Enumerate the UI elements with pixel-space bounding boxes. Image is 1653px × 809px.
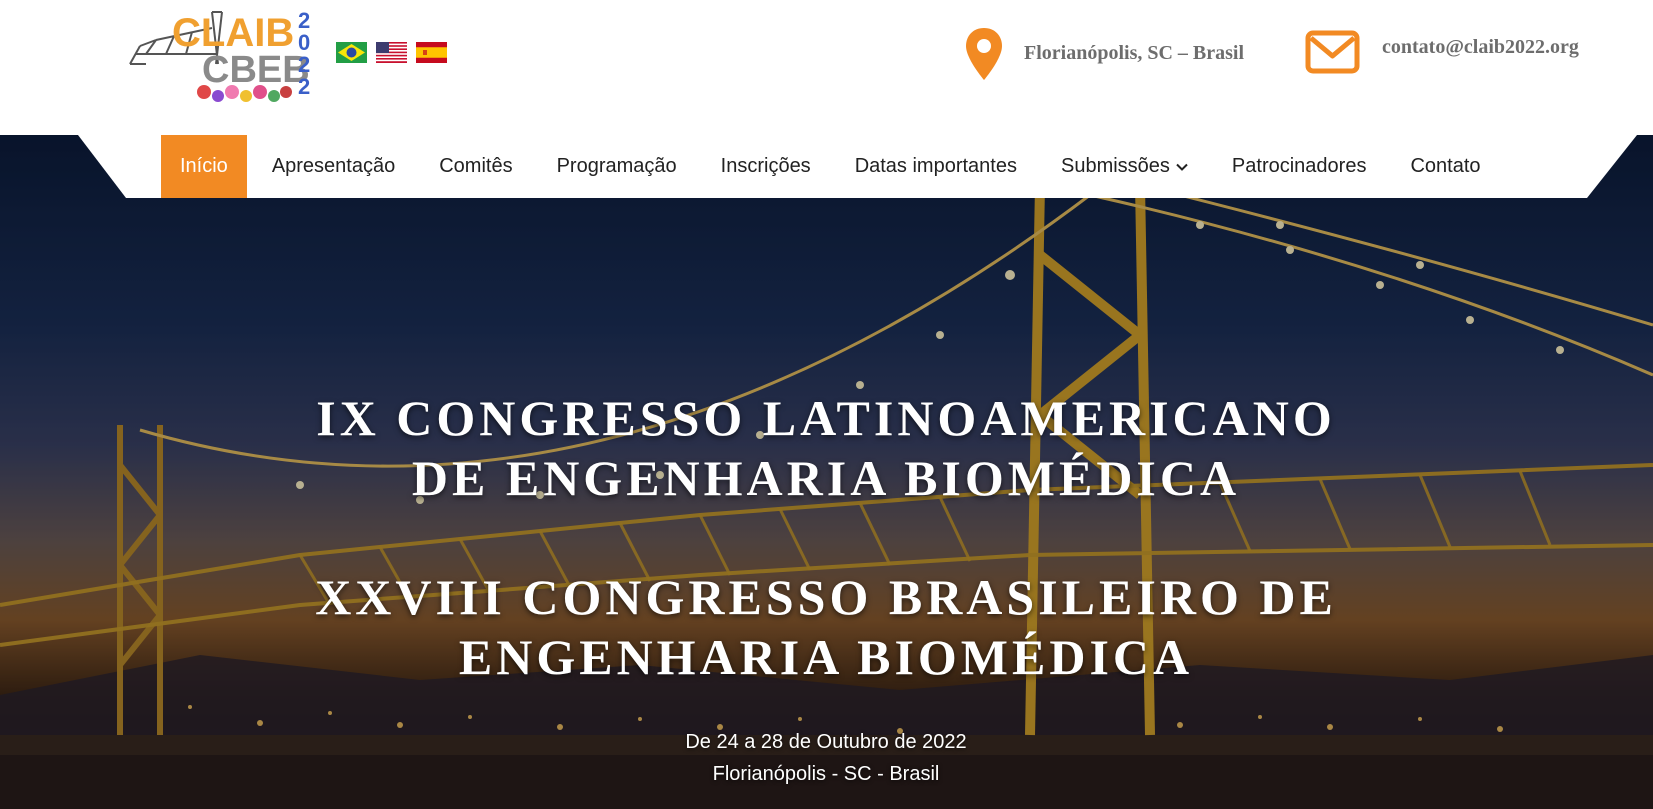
hero-banner: IX CONGRESSO LATINOAMERICANO DE ENGENHAR… <box>0 135 1653 809</box>
location-info: Florianópolis, SC – Brasil <box>963 26 1244 82</box>
svg-text:2: 2 <box>298 74 310 99</box>
nav-item-datas-importantes[interactable]: Datas importantes <box>836 135 1036 198</box>
nav-item-label: Contato <box>1410 155 1481 177</box>
nav-menu: Início Apresentação Comitês Programação … <box>161 135 1506 198</box>
location-text: Florianópolis, SC – Brasil <box>1024 41 1245 64</box>
nav-item-apresentacao[interactable]: Apresentação <box>253 135 414 198</box>
hero-title-cbeb-line1: XXVIII CONGRESSO BRASILEIRO DE <box>315 569 1337 625</box>
hero-title-claib-line2: DE ENGENHARIA BIOMÉDICA <box>411 450 1241 506</box>
nav-item-comites[interactable]: Comitês <box>420 135 531 198</box>
nav-item-patrocinadores[interactable]: Patrocinadores <box>1213 135 1386 198</box>
event-place: Florianópolis - SC - Brasil <box>712 763 940 785</box>
email-link[interactable]: contato@claib2022.org <box>1382 36 1579 59</box>
nav-item-label: Submissões <box>1060 155 1170 177</box>
brazil-flag-icon[interactable] <box>336 42 367 63</box>
event-dates: De 24 a 28 de Outubro de 2022 <box>685 731 967 753</box>
hero-title-claib: IX CONGRESSO LATINOAMERICANO DE ENGENHAR… <box>226 388 1426 508</box>
nav-item-label: Programação <box>556 155 677 177</box>
contact-email[interactable]: contato@claib2022.org <box>1305 30 1579 74</box>
nav-item-label: Comitês <box>439 155 513 177</box>
claib-cbeb-logo[interactable]: CLAIB CBEB 2 0 2 2 <box>126 6 326 104</box>
spain-flag-icon[interactable] <box>416 42 447 63</box>
map-pin-icon <box>963 26 1005 82</box>
hero-title-cbeb-line2: ENGENHARIA BIOMÉDICA <box>458 629 1194 685</box>
nav-item-submissoes[interactable]: Submissões <box>1042 135 1207 198</box>
nav-item-label: Inscrições <box>720 155 811 177</box>
language-flags <box>336 42 447 63</box>
usa-flag-icon[interactable] <box>376 42 407 63</box>
site-header: CLAIB CBEB 2 0 2 2 Florianópolis, SC – B… <box>0 0 1653 135</box>
chevron-down-icon <box>1176 163 1188 171</box>
nav-item-label: Patrocinadores <box>1231 155 1367 177</box>
nav-item-label: Datas importantes <box>854 155 1017 177</box>
nav-item-inscricoes[interactable]: Inscrições <box>702 135 830 198</box>
logo-bottom-text: CBEB <box>202 49 310 91</box>
hero-title-claib-line1: IX CONGRESSO LATINOAMERICANO <box>316 390 1336 446</box>
nav-item-contato[interactable]: Contato <box>1391 135 1499 198</box>
nav-item-label: Início <box>180 155 228 177</box>
nav-item-inicio[interactable]: Início <box>161 135 247 198</box>
nav-item-programacao[interactable]: Programação <box>538 135 696 198</box>
main-navigation: Início Apresentação Comitês Programação … <box>78 135 1637 198</box>
hero-title-cbeb: XXVIII CONGRESSO BRASILEIRO DE ENGENHARI… <box>226 567 1426 687</box>
envelope-icon <box>1305 30 1360 74</box>
nav-item-label: Apresentação <box>271 155 396 177</box>
